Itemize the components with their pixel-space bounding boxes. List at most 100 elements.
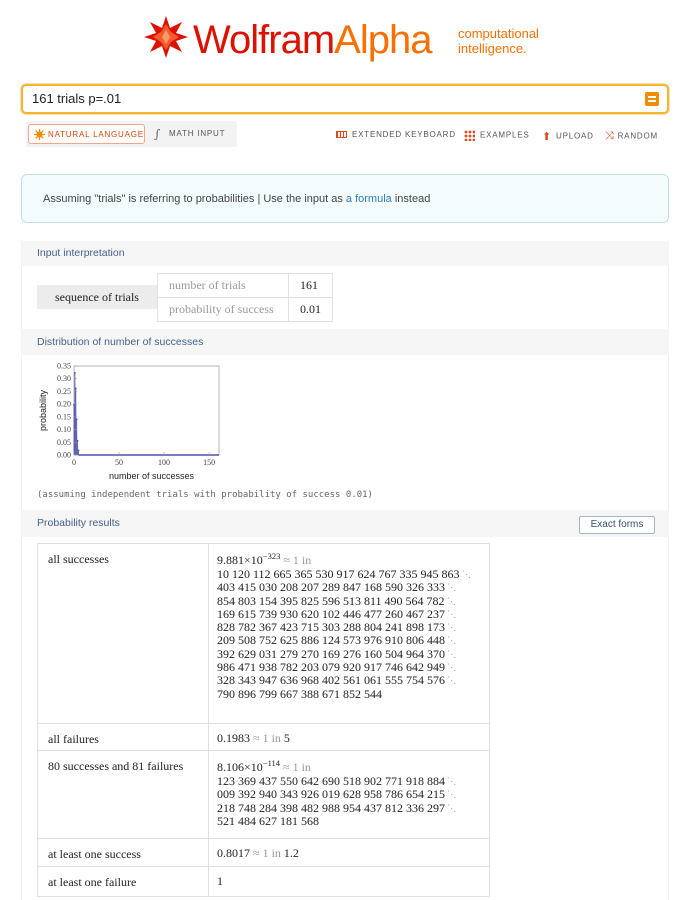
y-tick-label: 0.15 bbox=[57, 412, 71, 421]
integral-icon: ∫ bbox=[154, 127, 161, 141]
x-axis-label: number of successes bbox=[109, 471, 195, 481]
value: 0.8017 bbox=[217, 846, 250, 860]
assumption-box: Assuming "trials" is referring to probab… bbox=[21, 174, 669, 223]
base: 10 bbox=[250, 760, 263, 774]
math-input-tab[interactable]: ∫ MATH INPUT bbox=[152, 124, 225, 144]
result-label: at least one failure bbox=[37, 866, 209, 897]
continuation-mark: ⋱ bbox=[445, 582, 457, 593]
table-row: all failures 0.1983 ≈ 1 in 5 bbox=[37, 723, 490, 751]
examples-link[interactable]: EXAMPLES bbox=[464, 130, 530, 141]
examples-label: EXAMPLES bbox=[480, 130, 530, 140]
digit-line: 328 343 947 636 968 402 561 061 555 754 … bbox=[217, 673, 457, 688]
equals-icon[interactable] bbox=[645, 92, 659, 106]
data-point bbox=[76, 439, 79, 442]
upload-label: UPLOAD bbox=[556, 131, 594, 141]
exponent: −114 bbox=[262, 758, 281, 768]
long-number: 10 120 112 665 365 530 917 624 767 335 9… bbox=[217, 567, 489, 701]
digit-line: 521 484 627 181 568 bbox=[217, 813, 319, 828]
result-value: 8.106×10−114 ≈ 1 in 123 369 437 550 642 … bbox=[208, 750, 490, 839]
continuation-mark: ⋱ bbox=[445, 802, 457, 813]
table-row: all successes 9.881×10−323 ≈ 1 in 10 120… bbox=[37, 543, 490, 724]
plot-frame bbox=[73, 365, 220, 456]
pod-title-results: Probability results bbox=[21, 510, 669, 537]
continuation-mark: ⋱ bbox=[445, 608, 457, 619]
input-mode-bar: NATURAL LANGUAGE ∫ MATH INPUT bbox=[26, 121, 237, 147]
logo-alpha: Alpha bbox=[334, 18, 432, 62]
upload-link[interactable]: ⬆ UPLOAD bbox=[542, 130, 594, 143]
value: 0.1983 bbox=[217, 731, 250, 745]
extended-keyboard-link[interactable]: EXTENDED KEYBOARD bbox=[336, 130, 456, 139]
base: 10 bbox=[250, 553, 263, 567]
param-key: probability of success bbox=[157, 297, 289, 322]
formula-link[interactable]: a formula bbox=[346, 193, 392, 205]
x-tick-label: 100 bbox=[158, 458, 170, 467]
math-input-label: MATH INPUT bbox=[169, 129, 226, 138]
data-point bbox=[74, 387, 77, 390]
continuation-mark: ⋱ bbox=[445, 648, 457, 659]
x-tick-label: 150 bbox=[203, 458, 215, 467]
digit-line: 009 392 940 343 926 019 628 958 786 654 … bbox=[217, 787, 457, 802]
table-row: at least one failure 1 bbox=[37, 866, 490, 897]
x-tick-label: 50 bbox=[115, 458, 123, 467]
table-row: probability of success 0.01 bbox=[157, 297, 333, 322]
approx-label: ≈ 1 in bbox=[253, 846, 281, 860]
times-sign: × bbox=[244, 553, 251, 567]
result-value: 1 bbox=[208, 866, 490, 897]
digit-line: 790 896 799 667 388 671 852 544 bbox=[217, 686, 382, 701]
odds: 5 bbox=[283, 731, 290, 745]
tagline-line2: intelligence. bbox=[458, 41, 527, 56]
data-point bbox=[75, 418, 78, 421]
continuation-mark: ⋱ bbox=[445, 662, 457, 673]
y-tick-label: 0.10 bbox=[57, 425, 71, 434]
interpretation-table: number of trials 161 probability of succe… bbox=[157, 273, 333, 322]
search-input[interactable] bbox=[32, 91, 632, 106]
keyboard-icon bbox=[336, 131, 347, 139]
digit-line: 123 369 437 550 642 690 518 902 771 918 … bbox=[217, 774, 457, 788]
assumption-text: Assuming "trials" is referring to probab… bbox=[43, 193, 430, 205]
y-tick-label: 0.35 bbox=[57, 362, 71, 371]
result-value: 0.1983 ≈ 1 in 5 bbox=[208, 723, 490, 751]
param-value: 161 bbox=[288, 273, 333, 298]
continuation-mark: ⋱ bbox=[459, 569, 471, 579]
upload-icon: ⬆ bbox=[542, 131, 553, 143]
distribution-plot: 0.00 0.05 0.10 0.15 0.20 0.25 0.30 0.35 0 50 100 15… bbox=[38, 362, 220, 481]
param-value: 0.01 bbox=[288, 297, 333, 322]
grid-icon bbox=[464, 130, 475, 141]
wolfram-alpha-logo[interactable]: WolframAlpha computational intelligence. bbox=[143, 12, 553, 66]
pod-title-distribution: Distribution of number of successes bbox=[21, 329, 669, 355]
continuation-mark: ⋱ bbox=[445, 622, 457, 633]
data-point bbox=[77, 449, 80, 452]
table-row: 80 successes and 81 failures 8.106×10−11… bbox=[37, 750, 490, 839]
logo-wordmark: WolframAlpha bbox=[193, 18, 432, 63]
x-tick-label: 0 bbox=[72, 458, 76, 467]
result-value: 0.8017 ≈ 1 in 1.2 bbox=[208, 838, 490, 867]
y-tick-label: 0.20 bbox=[57, 400, 71, 409]
continuation-mark: ⋱ bbox=[445, 789, 457, 800]
digit-line: 10 120 112 665 365 530 917 624 767 335 9… bbox=[217, 567, 471, 581]
result-scientific: 8.106×10−114 ≈ 1 in bbox=[217, 758, 489, 775]
continuation-mark: ⋱ bbox=[445, 635, 457, 646]
table-row: at least one success 0.8017 ≈ 1 in 1.2 bbox=[37, 838, 490, 867]
continuation-mark: ⋱ bbox=[444, 595, 456, 606]
logo-wolfram: Wolfram bbox=[193, 18, 335, 62]
extended-keyboard-label: EXTENDED KEYBOARD bbox=[352, 130, 456, 139]
data-point bbox=[74, 371, 76, 374]
y-tick-label: 0.00 bbox=[57, 451, 71, 460]
long-number: 123 369 437 550 642 690 518 902 771 918 … bbox=[217, 774, 489, 828]
search-box bbox=[21, 84, 669, 114]
digit-line: 854 803 154 395 825 596 513 811 490 564 … bbox=[217, 593, 456, 608]
sun-icon bbox=[34, 129, 45, 140]
digit-line: 392 629 031 279 270 169 276 160 504 964 … bbox=[217, 646, 457, 661]
table-row: number of trials 161 bbox=[157, 273, 333, 298]
exact-forms-button[interactable]: Exact forms bbox=[579, 516, 655, 534]
mantissa: 9.881 bbox=[217, 553, 244, 567]
shuffle-icon: ⤨ bbox=[605, 130, 615, 142]
y-tick-label: 0.05 bbox=[57, 438, 71, 447]
times-sign: × bbox=[244, 760, 251, 774]
digit-line: 209 508 752 625 886 124 573 976 910 806 … bbox=[217, 633, 457, 648]
result-label: 80 successes and 81 failures bbox=[37, 750, 209, 839]
natural-language-tab[interactable]: NATURAL LANGUAGE bbox=[28, 124, 145, 144]
random-link[interactable]: ⤨ RANDOM bbox=[605, 130, 658, 143]
continuation-mark: ⋱ bbox=[445, 776, 457, 786]
pod-title-input: Input interpretation bbox=[21, 241, 669, 266]
